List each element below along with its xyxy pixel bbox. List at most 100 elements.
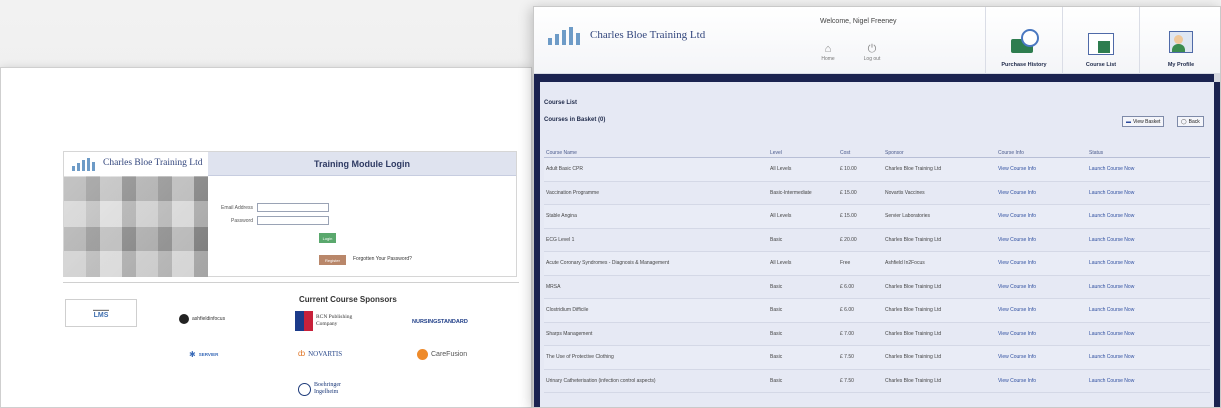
- table-row: MRSA Basic £ 6.00 Charles Bloe Training Ltd…: [544, 276, 1210, 299]
- table-row: ECG Level 1 Basic £ 20.00 Charles Bloe Trai…: [544, 229, 1210, 252]
- boehringer-logo-icon: [298, 382, 311, 396]
- sponsors-heading: Current Course Sponsors: [299, 295, 397, 304]
- page-title: Course List: [544, 100, 578, 106]
- view-course-info-link[interactable]: View Course Info: [998, 190, 1089, 196]
- purchase-history-button[interactable]: Purchase History: [985, 7, 1062, 74]
- welcome-message: Welcome, Nigel Freeney: [820, 18, 897, 25]
- register-button[interactable]: Register: [319, 255, 346, 265]
- level-cell: Basic: [770, 330, 783, 337]
- view-course-info-link[interactable]: View Course Info: [998, 354, 1089, 360]
- view-course-info-link[interactable]: View Course Info: [998, 307, 1089, 313]
- nav-strip: [534, 74, 1220, 82]
- servier-logo-text: SERVIER: [198, 352, 219, 357]
- level-cell: Basic-Intermediate: [770, 189, 812, 196]
- password-row: Password: [197, 215, 329, 226]
- login-photo-collage: [64, 176, 208, 277]
- carefusion-logo-text: CareFusion: [431, 351, 468, 358]
- launch-course-link[interactable]: Launch Course Now: [1089, 284, 1199, 290]
- novartis-logo-icon: ȸ: [298, 349, 306, 358]
- password-field[interactable]: [257, 216, 329, 225]
- column-header[interactable]: Sponsor: [885, 150, 998, 156]
- lms-logo-text: LMS: [93, 312, 109, 319]
- course-name-cell: Adult Basic CPR: [546, 166, 583, 173]
- boehringer-line-1: Boehringer: [314, 382, 341, 388]
- power-icon: ⏻: [867, 43, 877, 55]
- login-logo: Charles Bloe Training Ltd: [64, 152, 208, 176]
- sponsor-ashfield: ashfieldinfocus: [179, 314, 225, 324]
- course-list-label: Course List: [1085, 62, 1117, 68]
- level-cell: All Levels: [770, 213, 792, 220]
- sponsor-cell: Charles Bloe Training Ltd: [885, 330, 942, 337]
- level-cell: All Levels: [770, 260, 792, 267]
- rcn-line-1: RCN Publishing: [316, 314, 353, 320]
- user-profile-icon: [1166, 29, 1196, 57]
- login-title: Training Module Login: [314, 158, 410, 169]
- email-field[interactable]: [257, 203, 329, 212]
- view-course-info-link[interactable]: View Course Info: [998, 237, 1089, 243]
- course-name-cell: Acute Coronary Syndromes - Diagnosis & M…: [546, 260, 670, 267]
- launch-course-link[interactable]: Launch Course Now: [1089, 237, 1199, 243]
- login-window: Charles Bloe Training Ltd Training Modul…: [0, 67, 532, 408]
- course-list-window: Charles Bloe Training Ltd Welcome, Nigel…: [533, 6, 1221, 408]
- sponsor-cell: Ashfield In2Focus: [885, 260, 925, 267]
- my-profile-label: My Profile: [1167, 62, 1195, 68]
- view-course-info-link[interactable]: View Course Info: [998, 260, 1089, 266]
- boehringer-logo-text: Boehringer Ingelheim: [314, 382, 341, 396]
- forgot-password-link[interactable]: Forgotten Your Password?: [353, 256, 412, 262]
- launch-course-link[interactable]: Launch Course Now: [1089, 166, 1199, 172]
- launch-course-link[interactable]: Launch Course Now: [1089, 190, 1199, 196]
- view-basket-button[interactable]: ▬ View Basket: [1122, 116, 1165, 127]
- boehringer-line-2: Ingelheim: [314, 389, 339, 395]
- view-course-info-link[interactable]: View Course Info: [998, 213, 1089, 219]
- rcn-logo-icon: [295, 311, 313, 331]
- login-button[interactable]: Login: [319, 233, 336, 243]
- login-title-bar: Training Module Login: [208, 152, 516, 176]
- my-profile-button[interactable]: My Profile: [1139, 7, 1220, 74]
- back-button[interactable]: ◯ Back: [1177, 116, 1204, 127]
- cost-cell: £ 15.00: [840, 213, 857, 220]
- course-name-cell: Sharps Management: [546, 330, 593, 337]
- course-name-cell: Vaccination Programme: [546, 189, 599, 196]
- sponsor-cell: Charles Bloe Training Ltd: [885, 354, 942, 361]
- novartis-logo-text: NOVARTIS: [308, 349, 343, 358]
- view-course-info-link[interactable]: View Course Info: [998, 331, 1089, 337]
- site-logo[interactable]: Charles Bloe Training Ltd: [548, 25, 705, 45]
- sponsor-cell: Charles Bloe Training Ltd: [885, 307, 942, 314]
- level-cell: Basic: [770, 283, 783, 290]
- column-header[interactable]: Course Info: [998, 150, 1089, 156]
- launch-course-link[interactable]: Launch Course Now: [1089, 331, 1199, 337]
- company-logo-icon: [72, 157, 98, 171]
- sponsor-cell: Novartis Vaccines: [885, 189, 925, 196]
- basket-count: Courses in Basket (0): [544, 117, 606, 123]
- launch-course-link[interactable]: Launch Course Now: [1089, 213, 1199, 219]
- launch-course-link[interactable]: Launch Course Now: [1089, 260, 1199, 266]
- view-course-info-link[interactable]: View Course Info: [998, 284, 1089, 290]
- cost-cell: £ 15.00: [840, 189, 857, 196]
- launch-course-link[interactable]: Launch Course Now: [1089, 378, 1199, 384]
- view-basket-label: View Basket: [1133, 118, 1161, 125]
- ashfield-logo-text: ashfieldinfocus: [192, 316, 226, 322]
- logout-link[interactable]: ⏻ Log out: [857, 43, 887, 63]
- launch-course-link[interactable]: Launch Course Now: [1089, 354, 1199, 360]
- table-row: Urinary Catheterisation (infection contr…: [544, 370, 1210, 393]
- column-header[interactable]: Course Name: [544, 150, 770, 156]
- back-label: Back: [1188, 118, 1200, 125]
- sponsor-cell: Charles Bloe Training Ltd: [885, 377, 942, 384]
- level-cell: All Levels: [770, 166, 792, 173]
- level-cell: Basic: [770, 377, 783, 384]
- column-header[interactable]: Level: [770, 150, 840, 156]
- level-cell: Basic: [770, 236, 783, 243]
- column-header[interactable]: Status: [1089, 150, 1199, 156]
- site-logo-text: Charles Bloe Training Ltd: [590, 28, 706, 41]
- launch-course-link[interactable]: Launch Course Now: [1089, 307, 1199, 313]
- column-header[interactable]: Cost: [840, 150, 885, 156]
- view-course-info-link[interactable]: View Course Info: [998, 166, 1089, 172]
- level-cell: Basic: [770, 354, 783, 361]
- carefusion-logo-icon: [417, 349, 428, 360]
- cost-cell: £ 10.00: [840, 166, 857, 173]
- view-course-info-link[interactable]: View Course Info: [998, 378, 1089, 384]
- course-list-button[interactable]: Course List: [1062, 7, 1139, 74]
- home-link[interactable]: ⌂ Home: [813, 43, 843, 63]
- home-icon: ⌂: [824, 43, 832, 55]
- sponsor-boehringer: Boehringer Ingelheim: [298, 382, 341, 396]
